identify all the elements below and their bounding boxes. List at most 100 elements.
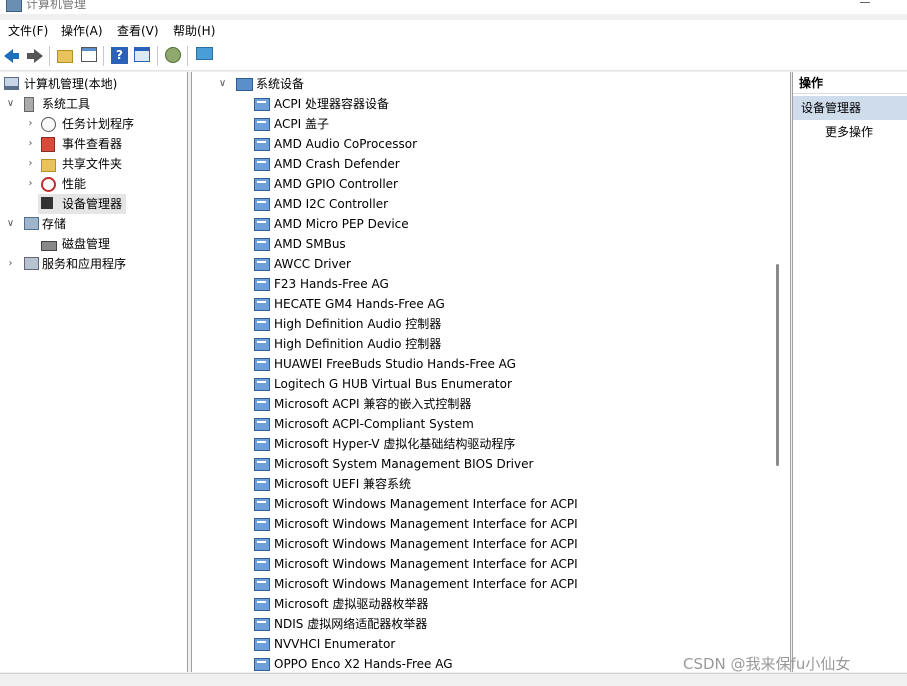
status-bar (0, 673, 907, 686)
device-item-label: AMD SMBus (274, 237, 346, 251)
vertical-scrollbar[interactable] (776, 264, 779, 466)
tree-task-scheduler-label: 任务计划程序 (62, 117, 135, 131)
navigation-tree: 计算机管理(本地) ∨ 系统工具 › 任务计划程序 › 事件查看器 › 共享文件… (0, 72, 188, 672)
system-device-icon (254, 218, 270, 231)
device-item-label: High Definition Audio 控制器 (274, 317, 442, 331)
minimize-button[interactable] (860, 2, 870, 3)
device-item-label: OPPO Enco X2 Hands-Free AG (274, 657, 453, 671)
window-title: 计算机管理 (26, 0, 87, 11)
system-device-icon (254, 398, 270, 411)
chevron-down-icon[interactable]: ∨ (218, 74, 227, 94)
device-item-label: AMD Crash Defender (274, 157, 400, 171)
menu-bar: 文件(F) 操作(A) 查看(V) 帮助(H) (0, 20, 907, 42)
system-device-icon (254, 238, 270, 251)
system-device-icon (254, 358, 270, 371)
tree-shared-folders-label: 共享文件夹 (62, 157, 123, 171)
back-icon[interactable] (4, 47, 21, 64)
toolbar-separator (157, 46, 158, 66)
tree-root-label: 计算机管理(本地) (24, 77, 118, 91)
help-icon[interactable]: ? (111, 47, 128, 64)
system-device-icon (254, 418, 270, 431)
menu-help[interactable]: 帮助(H) (173, 22, 215, 39)
system-device-icon (254, 318, 270, 331)
menu-action[interactable]: 操作(A) (61, 22, 103, 39)
device-item-label: Microsoft Windows Management Interface f… (274, 557, 578, 571)
scan-hardware-icon[interactable] (165, 47, 181, 63)
system-device-icon (254, 458, 270, 471)
device-item-label: Microsoft System Management BIOS Driver (274, 457, 534, 471)
actions-header: 操作 (793, 72, 907, 94)
system-device-icon (254, 118, 270, 131)
system-device-icon (254, 178, 270, 191)
device-item-label: Microsoft Windows Management Interface f… (274, 497, 578, 511)
system-device-icon (254, 378, 270, 391)
system-device-icon (254, 278, 270, 291)
more-actions-link[interactable]: 更多操作 (825, 122, 873, 142)
device-item-label: AWCC Driver (274, 257, 351, 271)
device-item-label: Microsoft ACPI 兼容的嵌入式控制器 (274, 397, 472, 411)
tree-event-viewer-label: 事件查看器 (62, 137, 123, 151)
system-device-icon (254, 158, 270, 171)
device-item-label: Microsoft 虚拟驱动器枚举器 (274, 597, 429, 611)
system-device-icon (254, 138, 270, 151)
system-device-icon (254, 578, 270, 591)
storage-icon (24, 217, 39, 230)
device-item-label: NDIS 虚拟网络适配器枚举器 (274, 617, 428, 631)
actions-section-device-manager[interactable]: 设备管理器 (793, 96, 907, 120)
tree-device-manager[interactable]: 设备管理器 (38, 194, 126, 214)
device-item-label: HUAWEI FreeBuds Studio Hands-Free AG (274, 357, 516, 371)
system-device-icon (254, 498, 270, 511)
tree-services-apps-label: 服务和应用程序 (42, 257, 127, 271)
chevron-down-icon[interactable]: ∨ (6, 94, 15, 114)
device-item-label: Microsoft Hyper-V 虚拟化基础结构驱动程序 (274, 437, 516, 451)
device-item-label: Microsoft Windows Management Interface f… (274, 537, 578, 551)
chevron-down-icon[interactable]: ∨ (6, 214, 15, 234)
device-item-label: Microsoft ACPI-Compliant System (274, 417, 474, 431)
menu-file[interactable]: 文件(F) (8, 22, 48, 39)
device-item-label: AMD Micro PEP Device (274, 217, 409, 231)
system-device-icon (254, 638, 270, 651)
device-item-label: AMD Audio CoProcessor (274, 137, 418, 151)
computer-icon (4, 77, 19, 90)
show-hide-tree-icon[interactable] (81, 47, 97, 62)
chevron-right-icon[interactable]: › (26, 114, 35, 134)
title-bar: 计算机管理 (0, 0, 907, 14)
chevron-right-icon[interactable]: › (26, 174, 35, 194)
device-item-label: ACPI 盖子 (274, 117, 329, 131)
system-device-icon (254, 658, 270, 671)
system-device-icon (254, 518, 270, 531)
folder-up-icon[interactable] (57, 50, 73, 63)
properties-icon[interactable] (134, 47, 150, 62)
device-item-label: Microsoft UEFI 兼容系统 (274, 477, 412, 491)
system-device-icon (254, 438, 270, 451)
device-item-label: Microsoft Windows Management Interface f… (274, 577, 578, 591)
tree-disk-management-label: 磁盘管理 (62, 237, 111, 251)
menu-view[interactable]: 查看(V) (117, 22, 159, 39)
system-device-icon (254, 258, 270, 271)
system-device-icon (254, 338, 270, 351)
system-device-icon (254, 558, 270, 571)
chevron-right-icon[interactable]: › (26, 134, 35, 154)
chevron-right-icon[interactable]: › (6, 254, 15, 274)
system-device-icon (254, 98, 270, 111)
tree-storage-label: 存储 (42, 217, 67, 231)
device-item-label: NVVHCI Enumerator (274, 637, 396, 651)
clock-icon (41, 117, 56, 132)
device-item-label: High Definition Audio 控制器 (274, 337, 442, 351)
tree-system-tools[interactable]: ∨ 系统工具 (4, 94, 184, 114)
toolbar: ? (0, 42, 907, 71)
disk-icon (41, 241, 57, 251)
forward-icon[interactable] (27, 47, 44, 64)
performance-icon (41, 177, 56, 192)
system-device-icon (254, 618, 270, 631)
tree-system-tools-label: 系统工具 (42, 97, 91, 111)
device-item-label: HECATE GM4 Hands-Free AG (274, 297, 445, 311)
monitor-icon[interactable] (196, 47, 213, 60)
tree-device-manager-label: 设备管理器 (62, 197, 123, 211)
device-manager-icon (41, 197, 53, 209)
system-device-icon (254, 478, 270, 491)
system-device-icon (254, 598, 270, 611)
chevron-right-icon[interactable]: › (26, 154, 35, 174)
device-item-label: F23 Hands-Free AG (274, 277, 389, 291)
toolbar-separator (187, 46, 188, 66)
